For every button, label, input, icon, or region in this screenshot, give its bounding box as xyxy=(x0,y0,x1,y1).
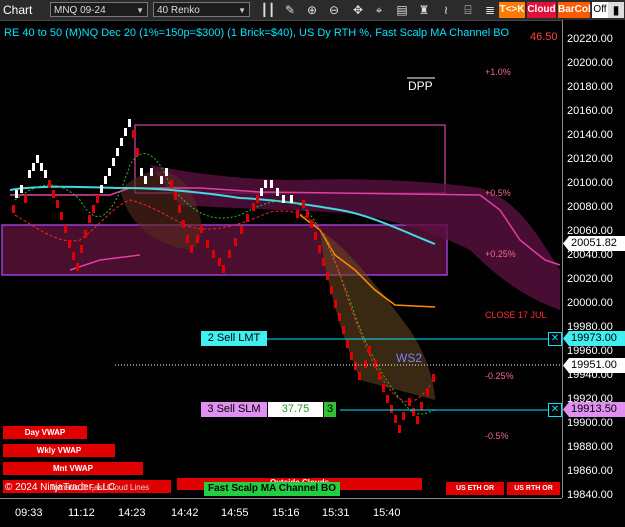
price-axis[interactable]: 20220.00 20200.00 20180.00 20160.00 2014… xyxy=(562,20,625,501)
pct-label: +0.25% xyxy=(485,249,516,259)
y-tick: 20100.00 xyxy=(567,177,613,189)
y-tick: 20220.00 xyxy=(567,33,613,45)
zoom-out-icon[interactable]: ⊖ xyxy=(326,2,342,18)
x-tick: 15:31 xyxy=(322,507,350,519)
pct-label: -0.5% xyxy=(485,431,509,441)
chevron-down-icon: ▼ xyxy=(238,6,246,15)
slm-value-field[interactable]: 37.75 xyxy=(268,402,323,417)
y-tick: 19880.00 xyxy=(567,441,613,453)
tk-button[interactable]: T<>K xyxy=(499,2,525,18)
y-tick: 19900.00 xyxy=(567,417,613,429)
current-price-badge: 20051.82 xyxy=(563,236,625,251)
y-tick: 20080.00 xyxy=(567,201,613,213)
fast-scalp-label: Fast Scalp MA Channel BO xyxy=(204,482,340,496)
day-vwap-label: Day VWAP xyxy=(3,426,87,439)
y-tick: 20000.00 xyxy=(567,297,613,309)
properties-icon[interactable]: ≣ xyxy=(482,2,498,18)
top-right-value: 46.50 xyxy=(530,31,558,43)
sell-lmt-order[interactable]: 2 Sell LMT xyxy=(201,331,267,346)
y-tick: 20200.00 xyxy=(567,57,613,69)
sell-lmt-price-badge: 19973.00 xyxy=(563,331,625,346)
bar-style-icon[interactable]: ┃┃ xyxy=(260,2,276,18)
last-price-badge: 19951.00 xyxy=(563,358,625,373)
x-tick: 15:16 xyxy=(272,507,300,519)
instrument-selector[interactable]: MNQ 09-24 ▼ xyxy=(50,2,148,17)
indicators-icon[interactable]: ≀ xyxy=(438,2,454,18)
close-icon[interactable]: ✕ xyxy=(548,332,562,346)
toggle-icon[interactable]: ▮ xyxy=(608,2,624,18)
tornado-lines-label: Tornado Jl Fast Cloud Lines xyxy=(50,483,150,492)
pct-label: +1.0% xyxy=(485,67,511,77)
data-box-icon[interactable]: ▤ xyxy=(394,2,410,18)
draw-icon[interactable]: ✎ xyxy=(282,2,298,18)
y-tick: 20140.00 xyxy=(567,129,613,141)
y-tick: 20020.00 xyxy=(567,273,613,285)
sell-slm-order[interactable]: 3 Sell SLM xyxy=(201,402,267,417)
x-tick: 14:55 xyxy=(221,507,249,519)
bar-type-selector[interactable]: 40 Renko ▼ xyxy=(153,2,250,17)
chart-title: RE 40 to 50 (M)NQ Dec 20 (1%=150p=$300) … xyxy=(4,27,510,39)
close-label: CLOSE 17 JUL xyxy=(485,310,547,320)
scroll-icon[interactable]: ✥ xyxy=(350,2,366,18)
y-tick: 20060.00 xyxy=(567,225,613,237)
barcol-button[interactable]: BarCol xyxy=(558,2,591,18)
pct-label: +0.5% xyxy=(485,188,511,198)
x-tick: 11:12 xyxy=(68,507,95,519)
pct-label: -0.25% xyxy=(485,371,514,381)
templates-icon[interactable]: ⌸ xyxy=(460,2,476,18)
bar-type-value: 40 Renko xyxy=(157,5,200,16)
x-tick: 15:40 xyxy=(373,507,401,519)
x-tick: 14:23 xyxy=(118,507,146,519)
y-tick: 19860.00 xyxy=(567,465,613,477)
instrument-value: MNQ 09-24 xyxy=(54,5,106,16)
mnt-vwap-label: Mnt VWAP xyxy=(3,462,143,475)
zoom-in-icon[interactable]: ⊕ xyxy=(304,2,320,18)
wkly-vwap-label: Wkly VWAP xyxy=(3,444,115,457)
y-tick: 20160.00 xyxy=(567,105,613,117)
y-tick: 20180.00 xyxy=(567,81,613,93)
x-tick: 14:42 xyxy=(171,507,199,519)
x-tick: 09:33 xyxy=(15,507,43,519)
off-button[interactable]: Off xyxy=(592,2,608,18)
chart-toolbar: Chart MNQ 09-24 ▼ 40 Renko ▼ ┃┃ ✎ ⊕ ⊖ ✥ ⌖ … xyxy=(0,0,625,21)
slm-qty[interactable]: 3 xyxy=(324,402,336,417)
y-tick: 19840.00 xyxy=(567,489,613,501)
chevron-down-icon: ▼ xyxy=(136,6,144,15)
cloud-button[interactable]: Cloud xyxy=(527,2,556,18)
window-title: Chart xyxy=(3,3,33,17)
y-tick: 20120.00 xyxy=(567,153,613,165)
dpp-label: DPP xyxy=(408,79,433,93)
sell-slm-price-badge: 19913.50 xyxy=(563,402,625,417)
y-tick: 19960.00 xyxy=(567,345,613,357)
ws2-label: WS2 xyxy=(396,351,423,365)
close-icon[interactable]: ✕ xyxy=(548,403,562,417)
strategy-icon[interactable]: ♜ xyxy=(416,2,432,18)
crosshair-icon[interactable]: ⌖ xyxy=(371,2,387,18)
us-eth-or-label: US ETH OR xyxy=(446,482,504,495)
us-rth-or-label: US RTH OR xyxy=(507,482,560,495)
